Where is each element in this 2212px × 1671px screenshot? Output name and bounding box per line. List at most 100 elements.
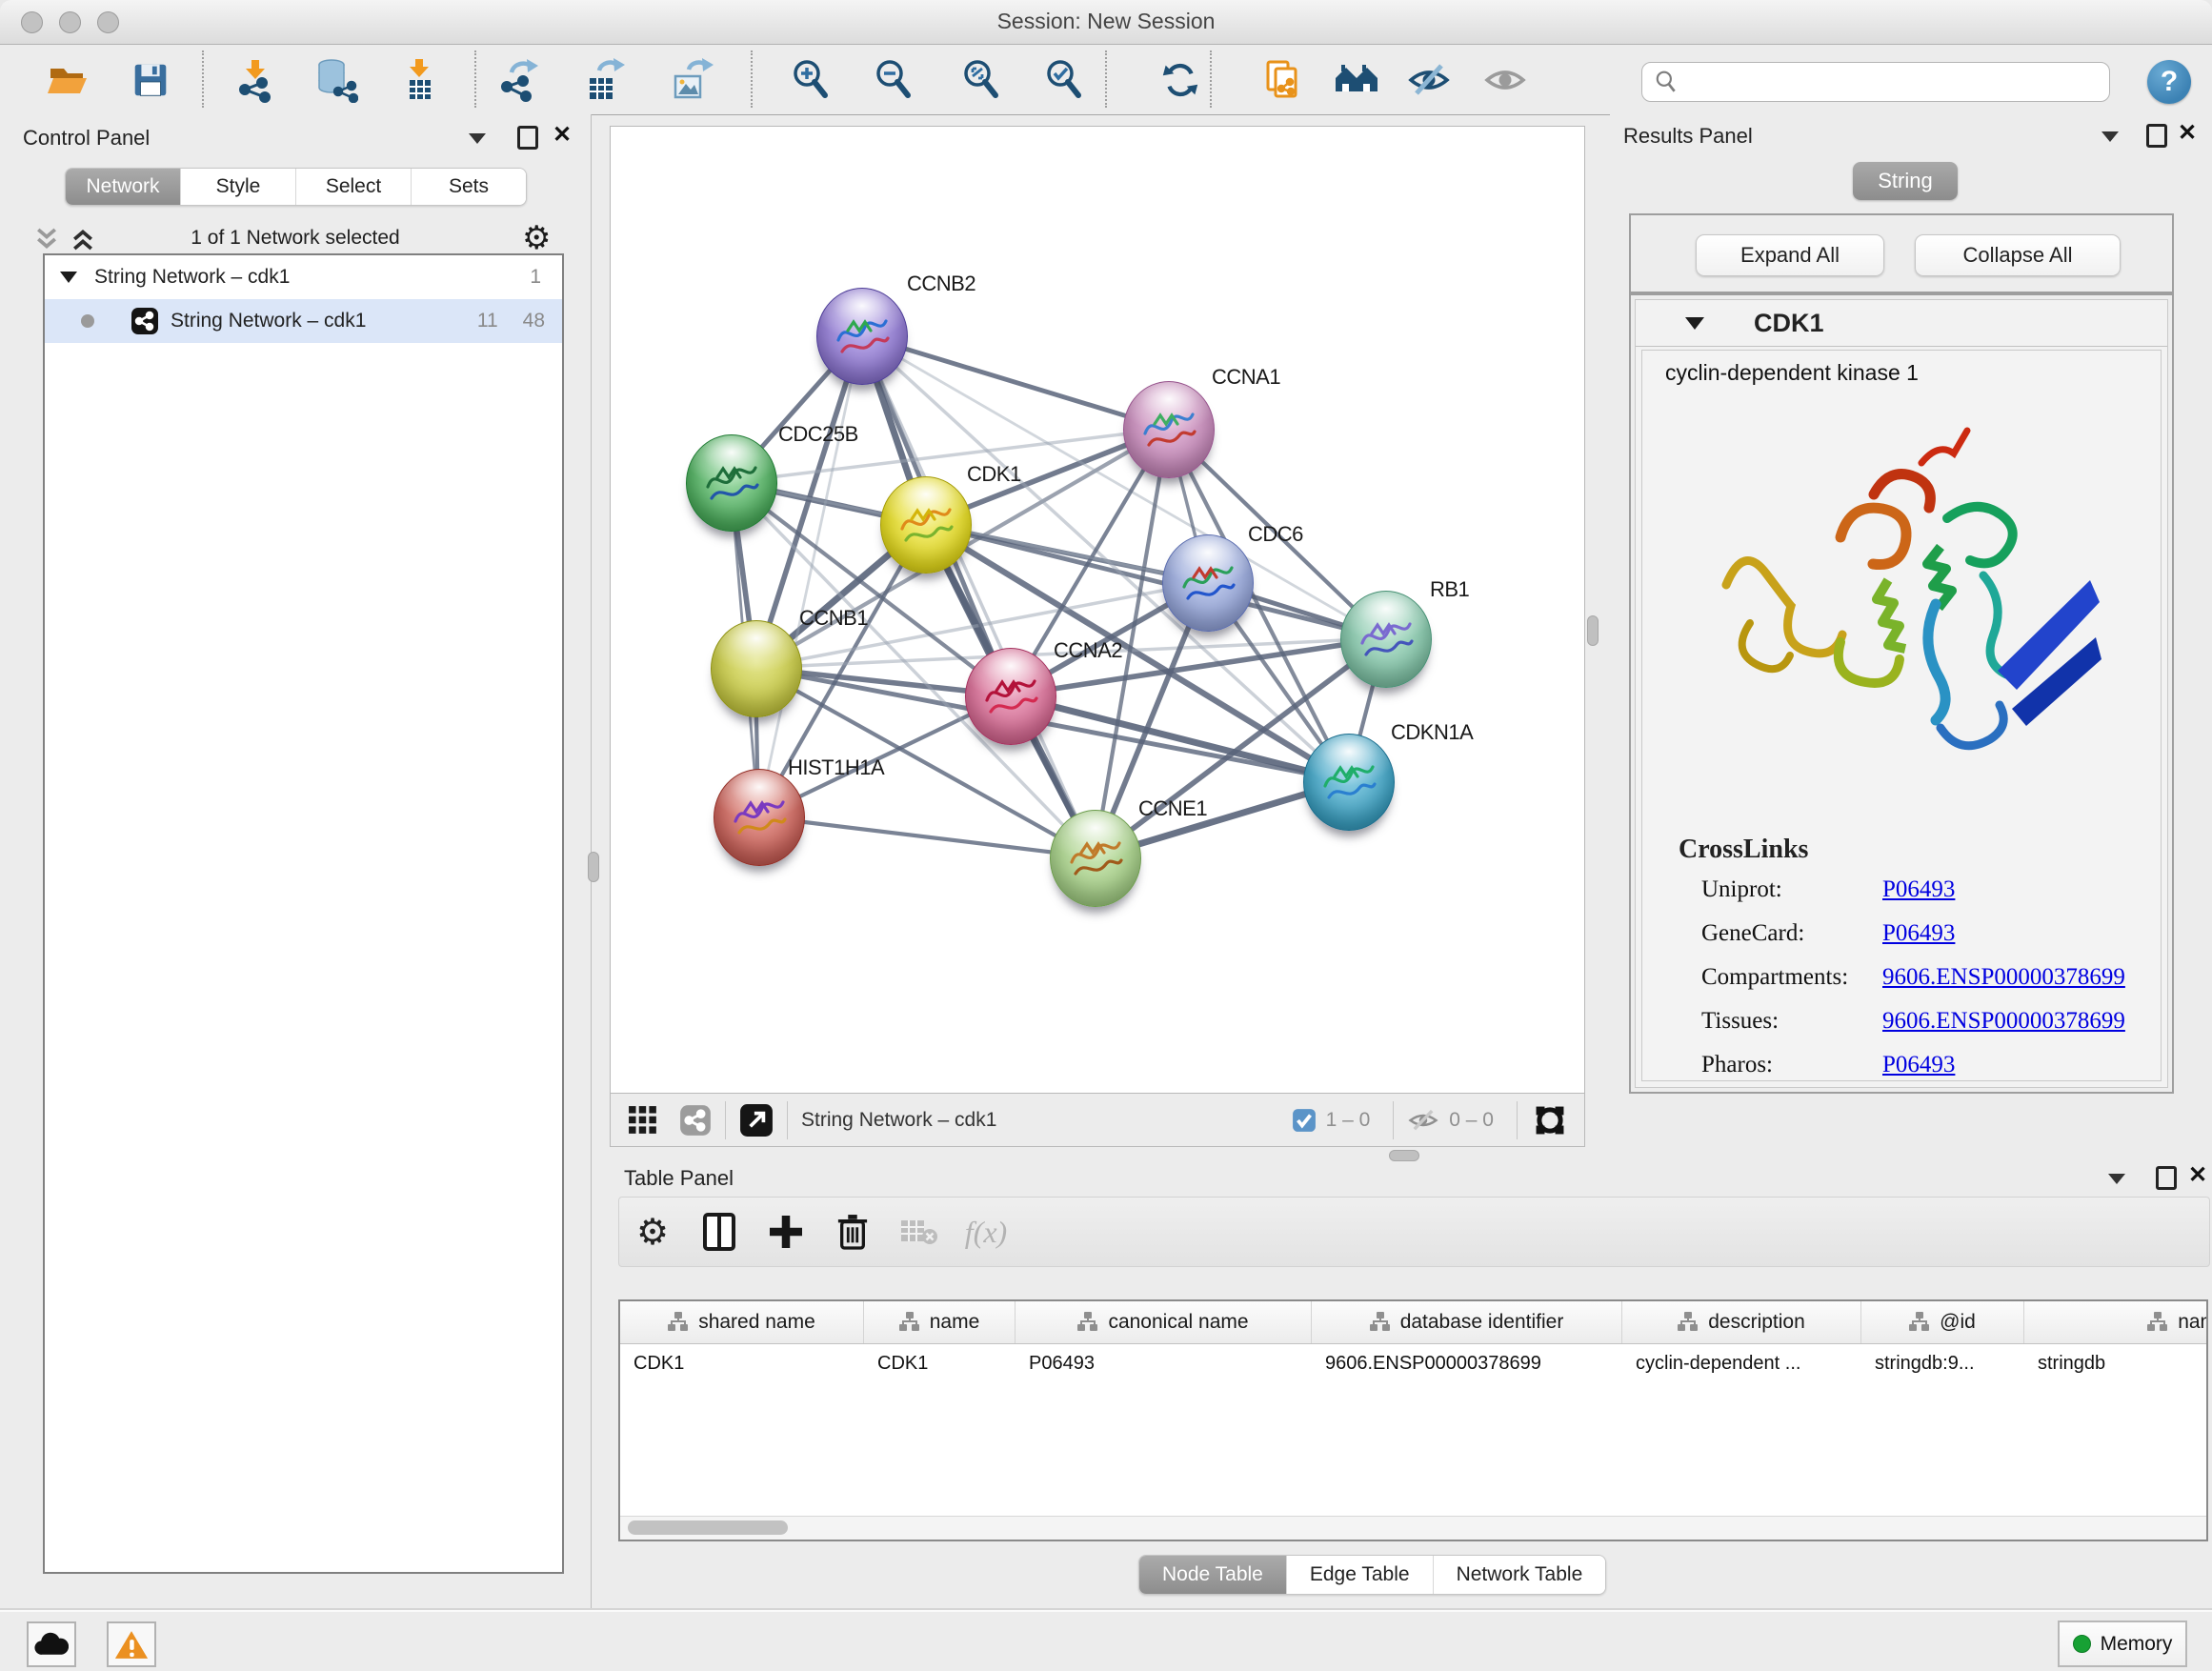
expand-all-button[interactable]: Expand All <box>1696 234 1884 276</box>
network-node-HIST1H1A[interactable] <box>714 769 805 866</box>
save-session-icon[interactable] <box>124 54 177 106</box>
crosslink-link[interactable]: 9606.ENSP00000378699 <box>1882 964 2125 991</box>
hscrollbar-thumb[interactable] <box>628 1520 788 1535</box>
network-node-CCNA2[interactable] <box>965 648 1056 745</box>
table-cell[interactable]: stringdb <box>2024 1343 2208 1383</box>
column-header-name[interactable]: name <box>864 1301 1016 1343</box>
refresh-icon[interactable] <box>1154 54 1207 106</box>
network-node-CDC6[interactable] <box>1162 534 1254 632</box>
table-cell[interactable]: cyclin-dependent ... <box>1622 1343 1861 1383</box>
crosslink-link[interactable]: P06493 <box>1882 920 1955 947</box>
table-cell[interactable]: CDK1 <box>620 1343 864 1383</box>
hide-selected-icon[interactable] <box>1402 54 1456 106</box>
network-node-CCNB1[interactable] <box>711 620 802 717</box>
network-collection-row[interactable]: String Network – cdk1 1 <box>45 255 562 299</box>
show-columns-icon[interactable] <box>686 1213 753 1251</box>
network-node-CCNB2[interactable] <box>816 288 908 385</box>
open-session-icon[interactable] <box>42 54 95 106</box>
close-panel-icon[interactable]: ✕ <box>553 124 572 147</box>
cloud-button[interactable] <box>27 1621 76 1667</box>
tab-style[interactable]: Style <box>180 169 295 205</box>
selected-checkbox-icon[interactable] <box>1292 1108 1317 1133</box>
column-header-namespace[interactable]: namespace <box>2024 1301 2208 1343</box>
warning-button[interactable] <box>107 1621 156 1667</box>
network-badge-icon[interactable] <box>679 1104 712 1137</box>
network-node-CDKN1A[interactable] <box>1303 734 1395 831</box>
collapse-panel-icon[interactable] <box>2108 1174 2125 1184</box>
function-builder-icon[interactable]: f(x) <box>953 1215 1019 1250</box>
close-panel-icon[interactable]: ✕ <box>2178 122 2197 145</box>
import-database-icon[interactable] <box>309 54 362 106</box>
add-column-icon[interactable] <box>753 1216 819 1248</box>
grid-view-icon[interactable] <box>628 1105 658 1136</box>
float-panel-icon[interactable] <box>2156 1166 2177 1190</box>
tab-select[interactable]: Select <box>295 169 411 205</box>
network-node-RB1[interactable] <box>1340 591 1432 688</box>
network-options-gear-icon[interactable]: ⚙ <box>522 219 551 257</box>
import-table-icon[interactable] <box>392 54 446 106</box>
tab-network-table[interactable]: Network Table <box>1433 1556 1606 1594</box>
table-cell[interactable]: stringdb:9... <box>1861 1343 2024 1383</box>
collapse-all-button[interactable]: Collapse All <box>1915 234 2121 276</box>
column-header-shared-name[interactable]: shared name <box>620 1301 864 1343</box>
network-canvas[interactable]: CCNB2CCNA1CDC25BCDK1CDC6RB1CCNB1CCNA2CDK… <box>610 126 1585 1094</box>
right-divider-handle[interactable] <box>1587 615 1599 646</box>
delete-column-icon[interactable] <box>819 1213 886 1251</box>
birds-eye-view-icon[interactable] <box>1531 1101 1569 1139</box>
table-cell[interactable]: CDK1 <box>864 1343 1016 1383</box>
zoom-in-icon[interactable] <box>785 54 838 106</box>
hidden-count: 0 – 0 <box>1449 1109 1494 1132</box>
tab-edge-table[interactable]: Edge Table <box>1286 1556 1433 1594</box>
table-hscrollbar[interactable] <box>620 1516 2206 1540</box>
crosslink-label: Tissues: <box>1701 1008 1779 1035</box>
tab-node-table[interactable]: Node Table <box>1139 1556 1286 1594</box>
export-network-icon[interactable] <box>493 54 546 106</box>
tab-network[interactable]: Network <box>66 169 180 205</box>
left-divider-handle[interactable] <box>588 852 599 882</box>
tab-sets[interactable]: Sets <box>411 169 526 205</box>
memory-button[interactable]: Memory <box>2058 1621 2187 1667</box>
collapse-panel-icon[interactable] <box>2101 131 2119 142</box>
float-panel-icon[interactable] <box>2146 124 2167 148</box>
network-node-CDK1[interactable] <box>880 476 972 574</box>
clone-network-icon[interactable] <box>1257 54 1310 106</box>
string-home-icon[interactable] <box>1330 54 1383 106</box>
help-icon[interactable]: ? <box>2147 60 2191 104</box>
delete-table-icon[interactable] <box>886 1218 953 1246</box>
zoom-out-icon[interactable] <box>868 54 921 106</box>
column-header-canonical-name[interactable]: canonical name <box>1016 1301 1312 1343</box>
crosslink-link[interactable]: 9606.ENSP00000378699 <box>1882 1008 2125 1035</box>
zoom-selected-icon[interactable] <box>1038 54 1092 106</box>
search-box <box>1641 62 2110 102</box>
table-cell[interactable]: 9606.ENSP00000378699 <box>1312 1343 1622 1383</box>
bottom-divider-handle[interactable] <box>1389 1150 1419 1161</box>
export-image-icon[interactable] <box>666 54 719 106</box>
table-row[interactable]: CDK1CDK1P064939606.ENSP00000378699cyclin… <box>620 1343 2208 1383</box>
show-all-icon[interactable] <box>1478 54 1532 106</box>
network-node-CCNE1[interactable] <box>1050 810 1141 907</box>
zoom-fit-icon[interactable] <box>955 54 1009 106</box>
gene-expander-icon[interactable] <box>1685 317 1704 330</box>
table-cell[interactable]: P06493 <box>1016 1343 1312 1383</box>
column-header-description[interactable]: description <box>1622 1301 1861 1343</box>
tab-string[interactable]: String <box>1853 162 1958 200</box>
float-panel-icon[interactable] <box>517 126 538 150</box>
import-network-icon[interactable] <box>229 54 282 106</box>
tree-expander-icon[interactable] <box>60 272 77 283</box>
edge-count: 48 <box>523 310 545 332</box>
hidden-eye-icon[interactable] <box>1407 1104 1439 1137</box>
network-row[interactable]: String Network – cdk1 11 48 <box>45 299 562 343</box>
open-in-window-icon[interactable] <box>739 1103 774 1137</box>
crosslink-link[interactable]: P06493 <box>1882 1052 1955 1078</box>
column-header-@id[interactable]: @id <box>1861 1301 2024 1343</box>
column-header-database-identifier[interactable]: database identifier <box>1312 1301 1622 1343</box>
gene-header-row[interactable]: CDK1 <box>1636 300 2167 347</box>
collapse-panel-icon[interactable] <box>469 133 486 144</box>
search-input[interactable] <box>1686 70 2109 94</box>
export-table-icon[interactable] <box>578 54 632 106</box>
table-settings-gear-icon[interactable]: ⚙ <box>619 1211 686 1254</box>
crosslink-link[interactable]: P06493 <box>1882 876 1955 903</box>
network-node-CCNA1[interactable] <box>1123 381 1215 478</box>
network-node-CDC25B[interactable] <box>686 434 777 532</box>
close-panel-icon[interactable]: ✕ <box>2188 1164 2207 1187</box>
